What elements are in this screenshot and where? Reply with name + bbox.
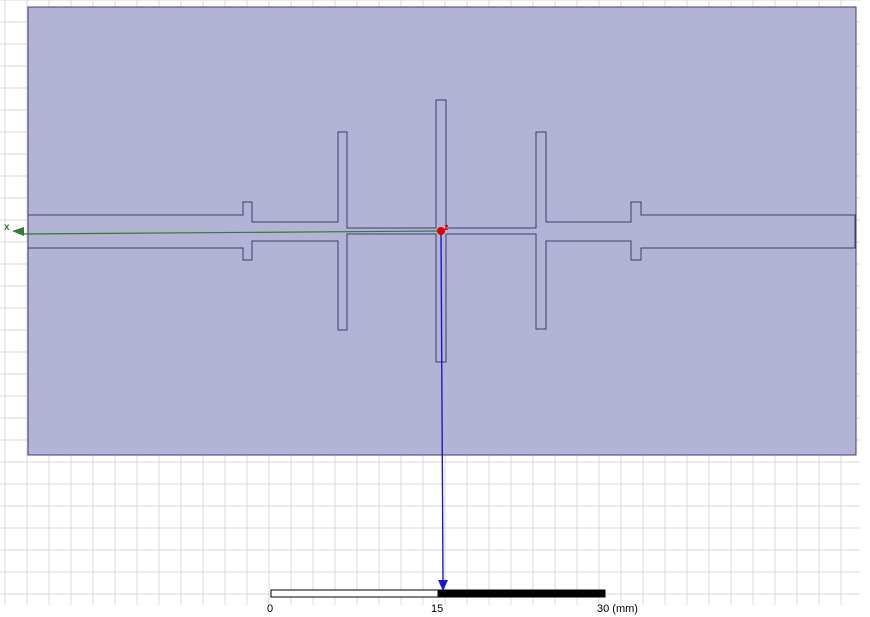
x-axis-label: x bbox=[4, 222, 10, 233]
x-axis-arrowhead bbox=[12, 227, 24, 236]
scale-bar-white-segment bbox=[270, 589, 439, 598]
scale-tick-0: 0 bbox=[267, 603, 274, 615]
y-axis-arrowhead bbox=[438, 580, 448, 591]
modeler-canvas[interactable] bbox=[0, 0, 870, 617]
scale-tick-30-mm: 30 (mm) bbox=[597, 603, 638, 615]
modeler-3d-view[interactable]: x z 0 15 30 (mm) bbox=[0, 0, 870, 617]
scale-tick-15: 15 bbox=[431, 603, 444, 615]
scale-bar-black-segment bbox=[437, 589, 606, 598]
z-axis-label: z bbox=[444, 222, 449, 232]
